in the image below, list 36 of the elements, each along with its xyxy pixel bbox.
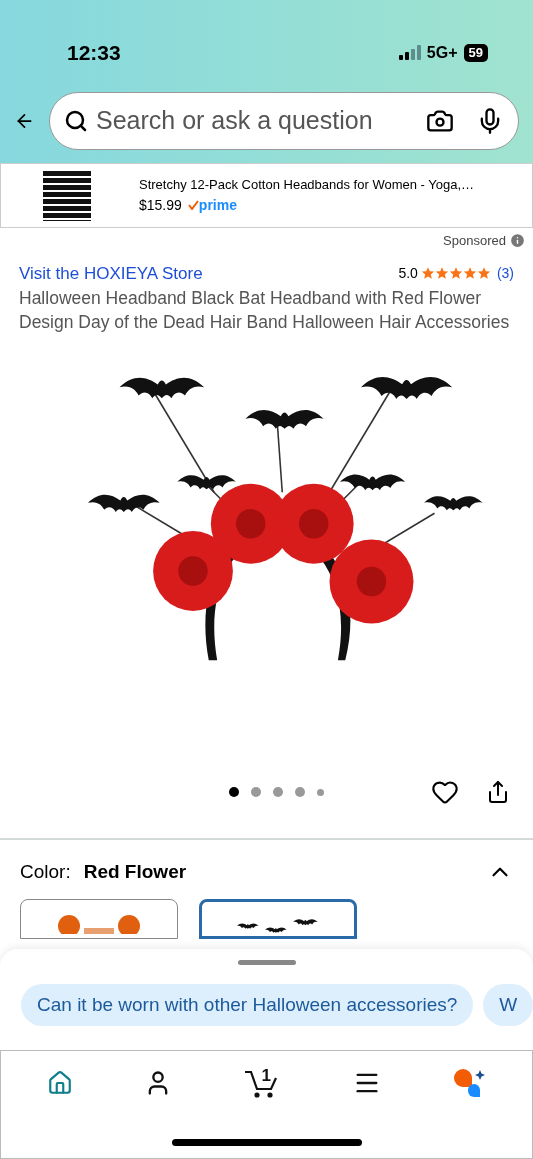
info-icon[interactable]	[509, 232, 526, 250]
review-count-link[interactable]: (3)	[496, 262, 514, 284]
color-value: Red Flower	[83, 860, 187, 884]
star-icon	[434, 266, 449, 281]
cart-button[interactable]: 1	[243, 1067, 282, 1099]
color-swatch[interactable]	[199, 898, 357, 939]
home-icon[interactable]	[46, 1070, 73, 1096]
prime-label: prime	[198, 195, 237, 215]
search-icon	[64, 109, 88, 133]
rating-value: 5.0	[398, 263, 418, 283]
assistant-icon[interactable]	[452, 1068, 487, 1098]
question-chip[interactable]: W	[483, 984, 533, 1026]
sponsored-label: Sponsored	[443, 232, 506, 250]
color-label: Color:	[20, 860, 71, 884]
star-icon	[420, 266, 435, 281]
checkmark-icon	[187, 200, 199, 211]
ad-title: Stretchy 12-Pack Cotton Headbands for Women - Yoga,…	[139, 176, 475, 195]
search-field[interactable]: Search or ask a question	[49, 92, 519, 150]
battery-indicator: 59	[463, 43, 488, 62]
ad-price: $15.99	[139, 195, 182, 215]
sheet-handle[interactable]	[237, 960, 296, 965]
status-time: 12:33	[67, 39, 121, 66]
search-input[interactable]: Search or ask a question	[96, 102, 418, 140]
store-link[interactable]: Visit the HOXIEYA Store	[19, 260, 203, 286]
signal-icon	[398, 45, 421, 60]
cart-count: 1	[261, 1065, 271, 1087]
share-icon[interactable]	[486, 780, 510, 804]
ad-image	[43, 170, 91, 221]
star-icon	[462, 266, 477, 281]
star-icon	[476, 266, 491, 281]
ad-banner[interactable]: Stretchy 12-Pack Cotton Headbands for Women - Yoga,… $15.99 prime	[0, 163, 533, 228]
product-title: Halloween Headband Black Bat Headband with Red Flower Design Day of the Dead Hair Band Halloween Hair Accessories	[18, 287, 511, 334]
color-swatch[interactable]	[20, 898, 178, 939]
network-label: 5G+	[426, 42, 458, 63]
star-icon	[448, 266, 463, 281]
question-chip[interactable]: Can it be worn with other Halloween accessories?	[21, 984, 474, 1026]
